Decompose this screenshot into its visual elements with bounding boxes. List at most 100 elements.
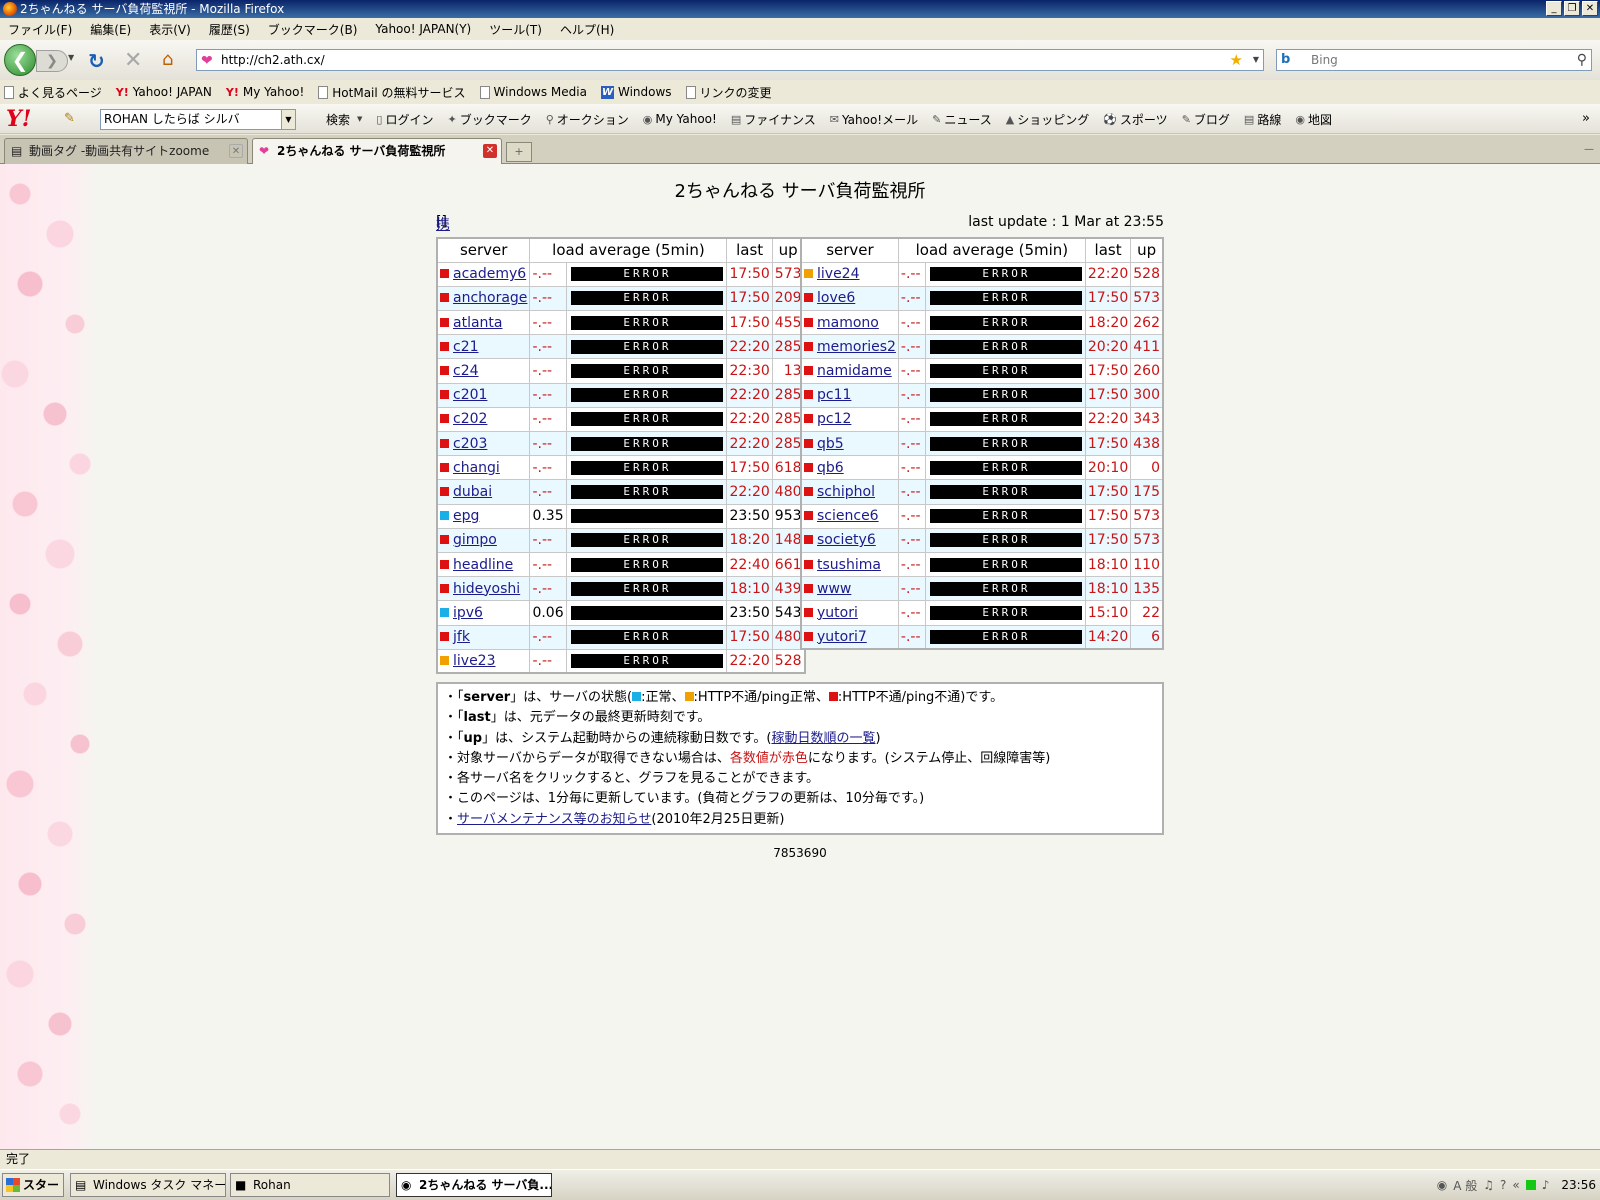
- yahoo-link-mail[interactable]: ✉ Yahoo!メール: [830, 111, 918, 128]
- menu-help[interactable]: ヘルプ(H): [560, 21, 614, 38]
- bookmark-item[interactable]: HotMail の無料サービス: [318, 84, 466, 101]
- tab-zoome[interactable]: ▤ 動画タグ -動画共有サイトzoome ✕: [4, 138, 248, 164]
- bookmark-item[interactable]: よく見るページ: [4, 84, 102, 101]
- server-link[interactable]: society6: [817, 532, 876, 548]
- menu-tools[interactable]: ツール(T): [489, 21, 542, 38]
- yahoo-search-input[interactable]: ROHAN したらば シルバ ▼: [100, 109, 296, 130]
- server-link[interactable]: hideyoshi: [453, 581, 520, 597]
- close-button[interactable]: ✕: [1582, 1, 1598, 16]
- reload-icon[interactable]: ↻: [88, 49, 105, 73]
- server-link[interactable]: headline: [453, 557, 513, 573]
- server-link[interactable]: ipv6: [453, 605, 483, 621]
- bookmark-item[interactable]: W Windows: [600, 85, 672, 99]
- server-link[interactable]: changi: [453, 460, 500, 476]
- url-text[interactable]: http://ch2.ath.cx/: [221, 53, 325, 67]
- server-link[interactable]: namidame: [817, 363, 892, 379]
- menu-bookmarks[interactable]: ブックマーク(B): [268, 21, 358, 38]
- server-link[interactable]: pc12: [817, 411, 851, 427]
- start-button[interactable]: スタート: [2, 1173, 64, 1197]
- server-link[interactable]: love6: [817, 290, 855, 306]
- minimize-button[interactable]: _: [1546, 1, 1562, 16]
- speaker-icon[interactable]: ♫: [1483, 1178, 1494, 1192]
- tray-expand-icon[interactable]: «: [1512, 1178, 1519, 1192]
- bookmark-star-icon[interactable]: ★: [1230, 50, 1243, 70]
- stop-icon[interactable]: ✕: [124, 48, 142, 73]
- server-link[interactable]: www: [817, 581, 851, 597]
- server-link[interactable]: qb6: [817, 460, 844, 476]
- url-dropdown-icon[interactable]: ▼: [1253, 50, 1259, 70]
- tab-close-icon[interactable]: ✕: [229, 144, 243, 158]
- yahoo-link-shopping[interactable]: ▲ ショッピング: [1006, 111, 1089, 128]
- server-link[interactable]: live24: [817, 266, 860, 282]
- network-icon[interactable]: ◉: [1437, 1178, 1447, 1192]
- yahoo-link-myyahoo[interactable]: ◉ My Yahoo!: [643, 112, 717, 126]
- yahoo-link-blog[interactable]: ✎ ブログ: [1182, 111, 1230, 128]
- server-link[interactable]: epg: [453, 508, 479, 524]
- yahoo-link-sports[interactable]: ⚽ スポーツ: [1103, 111, 1167, 128]
- server-link[interactable]: anchorage: [453, 290, 527, 306]
- menu-edit[interactable]: 編集(E): [90, 21, 131, 38]
- history-dropdown-icon[interactable]: ▼: [68, 53, 74, 62]
- tab-list-icon[interactable]: —: [1584, 144, 1594, 155]
- server-link[interactable]: atlanta: [453, 315, 502, 331]
- uptime-ranking-link[interactable]: 稼動日数順の一覧: [771, 731, 875, 746]
- yahoo-logo[interactable]: Y!: [6, 106, 31, 132]
- help-icon[interactable]: ?: [1500, 1178, 1506, 1192]
- taskbar-item-rohan[interactable]: ■ Rohan: [230, 1173, 390, 1197]
- maintenance-link[interactable]: サーバメンテナンス等のお知らせ: [457, 812, 651, 827]
- server-link[interactable]: science6: [817, 508, 879, 524]
- tab-2ch-monitor[interactable]: ❤ 2ちゃんねる サーバ負荷監視所 ✕: [252, 138, 502, 164]
- server-link[interactable]: gimpo: [453, 532, 497, 548]
- server-link[interactable]: academy6: [453, 266, 526, 282]
- yahoo-link-login[interactable]: ▯ ログイン: [376, 111, 433, 128]
- server-link[interactable]: pc11: [817, 387, 851, 403]
- menu-file[interactable]: ファイル(F): [8, 21, 72, 38]
- bookmark-item[interactable]: Y! My Yahoo!: [226, 85, 304, 99]
- volume-icon[interactable]: ♪: [1542, 1178, 1550, 1192]
- server-link[interactable]: yutori7: [817, 629, 867, 645]
- forward-button[interactable]: ❯: [36, 50, 68, 72]
- server-link[interactable]: yutori: [817, 605, 858, 621]
- search-bar[interactable]: b Bing ⚲: [1276, 49, 1592, 71]
- toolbar-overflow-icon[interactable]: »: [1582, 111, 1590, 126]
- menu-view[interactable]: 表示(V): [149, 21, 191, 38]
- yahoo-link-map[interactable]: ◉ 地図: [1295, 111, 1332, 128]
- server-link[interactable]: jfk: [453, 629, 470, 645]
- bookmark-item[interactable]: Windows Media: [479, 85, 587, 99]
- server-link[interactable]: c203: [453, 436, 487, 452]
- ime-indicator[interactable]: A 般: [1453, 1177, 1477, 1194]
- chevron-down-icon[interactable]: ▼: [281, 110, 295, 129]
- home-icon[interactable]: ⌂: [162, 49, 173, 70]
- server-link[interactable]: c201: [453, 387, 487, 403]
- server-link[interactable]: qb5: [817, 436, 844, 452]
- server-link[interactable]: c21: [453, 339, 479, 355]
- bing-engine-icon[interactable]: b: [1281, 52, 1303, 68]
- yahoo-link-finance[interactable]: ▤ ファイナンス: [731, 111, 816, 128]
- taskbar-item-task-manager[interactable]: ▤ Windows タスク マネージャ: [70, 1173, 226, 1197]
- menu-history[interactable]: 履歴(S): [209, 21, 250, 38]
- server-link[interactable]: c202: [453, 411, 487, 427]
- server-link[interactable]: c24: [453, 363, 479, 379]
- server-link[interactable]: live23: [453, 653, 496, 669]
- bookmark-item[interactable]: リンクの変更: [685, 84, 772, 101]
- menu-yahoo[interactable]: Yahoo! JAPAN(Y): [375, 22, 471, 36]
- server-link[interactable]: tsushima: [817, 557, 881, 573]
- tab-close-icon[interactable]: ✕: [483, 144, 497, 158]
- url-bar[interactable]: ❤ http://ch2.ath.cx/ ★ ▼: [196, 49, 1264, 71]
- server-link[interactable]: dubai: [453, 484, 492, 500]
- new-tab-button[interactable]: +: [506, 142, 532, 162]
- yahoo-link-news[interactable]: ✎ ニュース: [932, 111, 992, 128]
- taskbar-item-firefox[interactable]: ◉ 2ちゃんねる サーバ負...: [396, 1173, 552, 1197]
- search-placeholder[interactable]: Bing: [1311, 53, 1338, 67]
- yahoo-link-bookmark[interactable]: ✦ ブックマーク: [447, 111, 531, 128]
- yahoo-link-route[interactable]: ▤ 路線: [1244, 111, 1281, 128]
- server-link[interactable]: mamono: [817, 315, 879, 331]
- yahoo-link-auction[interactable]: ⚲ オークション: [546, 111, 629, 128]
- yahoo-search-button[interactable]: 検索 ▼: [326, 111, 362, 128]
- search-icon[interactable]: ⚲: [1577, 50, 1587, 70]
- back-button[interactable]: ❮: [4, 44, 36, 76]
- server-link[interactable]: schiphol: [817, 484, 875, 500]
- maximize-button[interactable]: ❐: [1564, 1, 1580, 16]
- server-link[interactable]: memories2: [817, 339, 896, 355]
- bookmark-item[interactable]: Y! Yahoo! JAPAN: [116, 85, 212, 99]
